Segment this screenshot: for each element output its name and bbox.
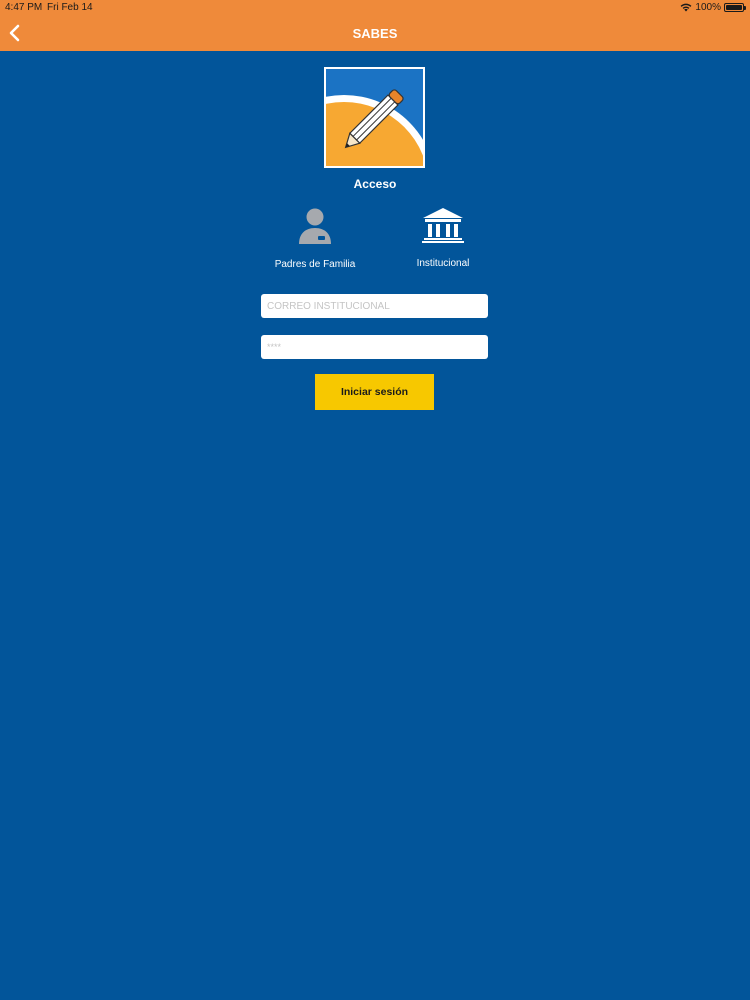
access-heading: Acceso [353,177,397,191]
battery-percentage: 100% [695,2,721,13]
status-time: 4:47 PM [5,2,43,13]
role-parents-label: Padres de Familia [274,259,356,270]
institution-icon [422,208,464,243]
person-icon [299,208,331,244]
page-title: SABES [352,26,398,41]
role-institutional-button[interactable]: Institucional [405,206,481,269]
status-date: Fri Feb 14 [47,2,93,13]
email-field[interactable] [261,294,488,318]
navigation-bar: 4:47 PM Fri Feb 14 100% SABES [0,0,750,51]
app-logo [324,67,425,168]
battery-icon [724,3,746,12]
password-field[interactable] [261,335,488,359]
status-indicators: 100% [680,1,746,14]
login-button[interactable]: Iniciar sesión [315,374,434,410]
role-parents-button[interactable]: Padres de Familia [270,206,360,270]
wifi-icon [681,3,692,12]
role-institutional-label: Institucional [416,258,470,269]
pencil-logo-icon [326,69,423,166]
